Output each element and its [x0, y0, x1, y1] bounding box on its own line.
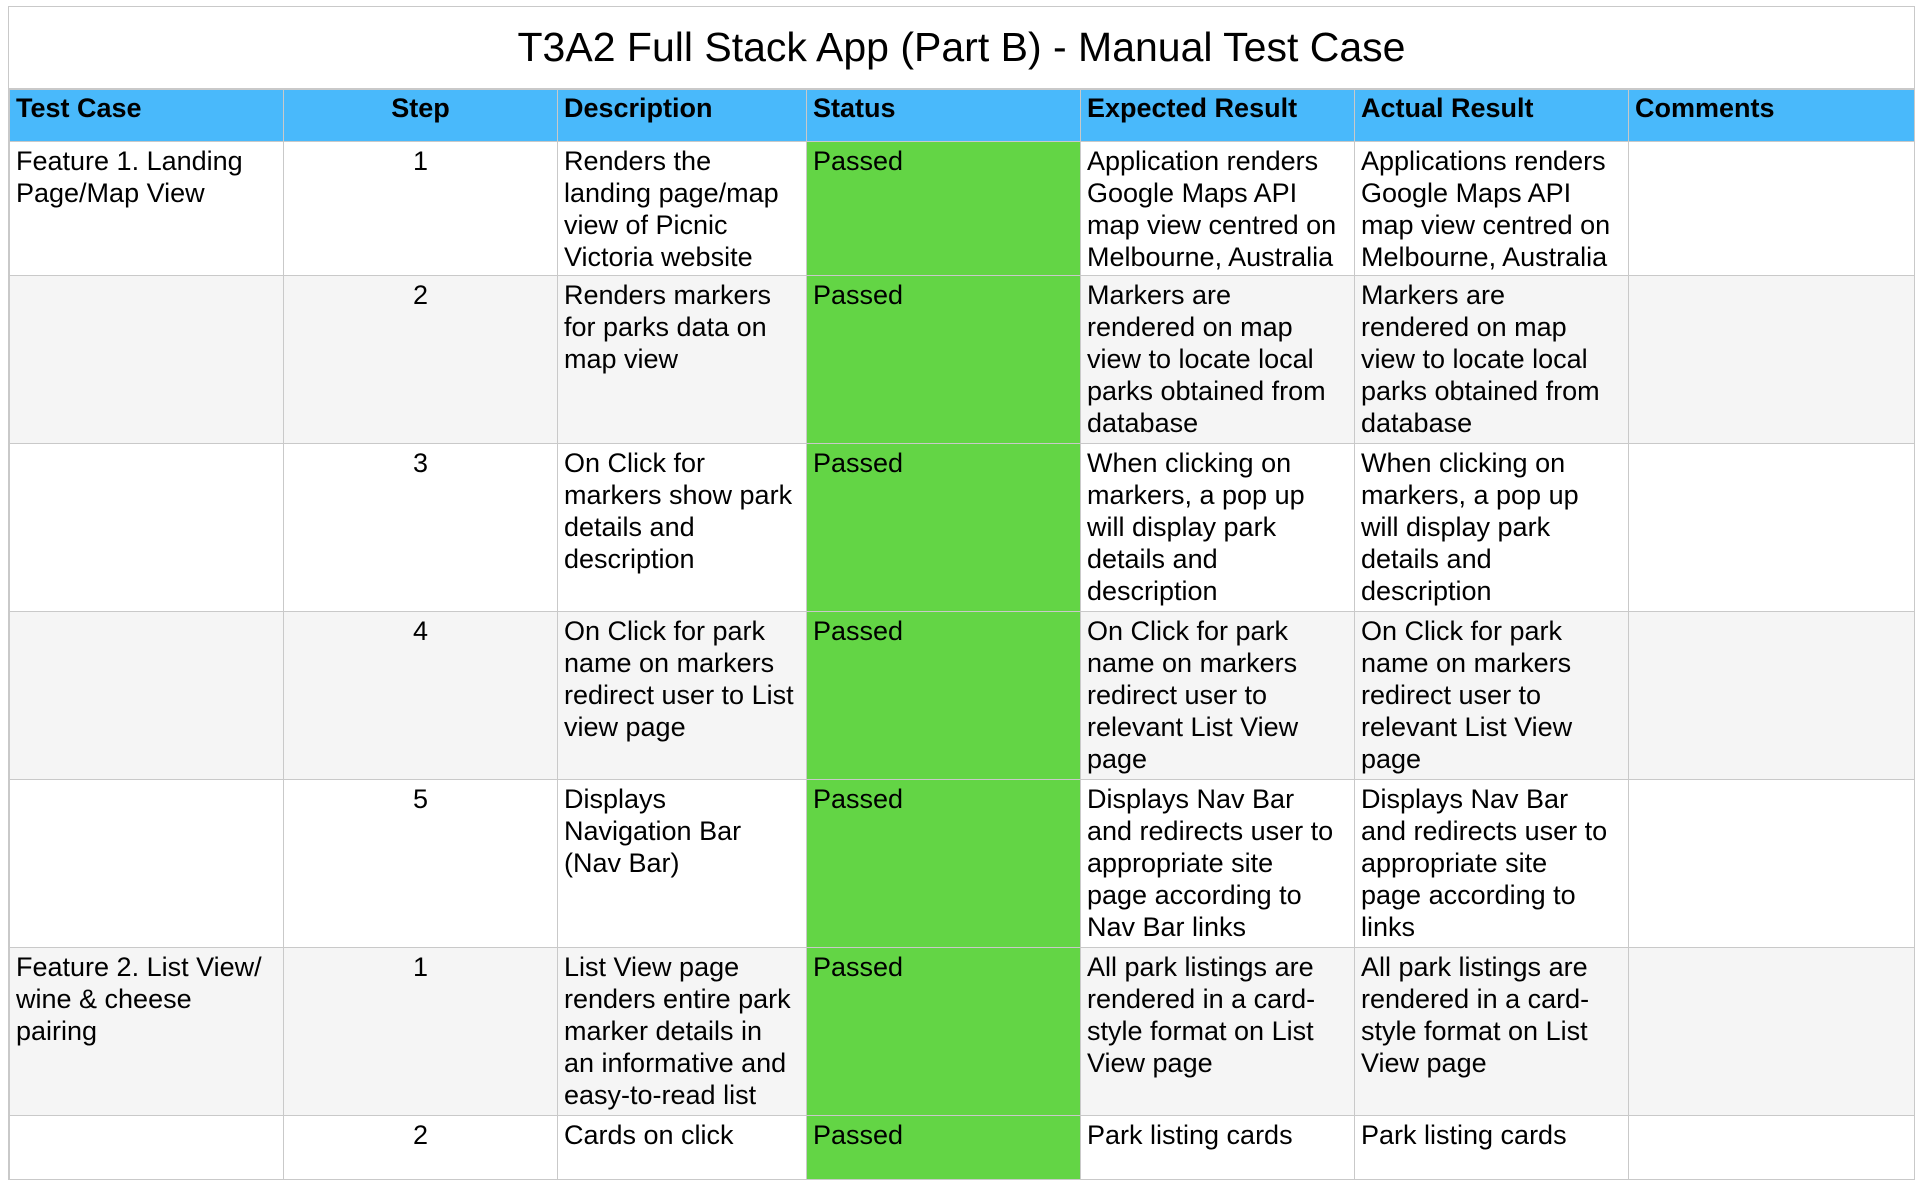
- cell-step[interactable]: 5: [283, 779, 558, 948]
- header-expected-result[interactable]: Expected Result: [1080, 89, 1355, 142]
- cell-test-case[interactable]: Feature 2. List View/ wine & cheese pair…: [9, 947, 284, 1116]
- cell-comments[interactable]: [1628, 779, 1915, 948]
- table-row: 5 Displays Navigation Bar (Nav Bar) Pass…: [9, 779, 1915, 948]
- header-status[interactable]: Status: [806, 89, 1081, 142]
- cell-comments[interactable]: [1628, 443, 1915, 612]
- cell-expected-result[interactable]: When clicking on markers, a pop up will …: [1080, 443, 1355, 612]
- cell-test-case[interactable]: [9, 275, 284, 444]
- header-test-case[interactable]: Test Case: [9, 89, 284, 142]
- cell-actual-result[interactable]: Markers are rendered on map view to loca…: [1354, 275, 1629, 444]
- cell-status-passed[interactable]: Passed: [806, 1115, 1081, 1180]
- cell-expected-result[interactable]: Application renders Google Maps API map …: [1080, 141, 1355, 276]
- cell-expected-result[interactable]: All park listings are rendered in a card…: [1080, 947, 1355, 1116]
- header-actual-result[interactable]: Actual Result: [1354, 89, 1629, 142]
- table-row: 3 On Click for markers show park details…: [9, 443, 1915, 612]
- cell-actual-result[interactable]: Applications renders Google Maps API map…: [1354, 141, 1629, 276]
- cell-comments[interactable]: [1628, 611, 1915, 780]
- cell-actual-result[interactable]: On Click for park name on markers redire…: [1354, 611, 1629, 780]
- spreadsheet: T3A2 Full Stack App (Part B) - Manual Te…: [8, 6, 1915, 1180]
- cell-status-passed[interactable]: Passed: [806, 275, 1081, 444]
- cell-test-case[interactable]: [9, 779, 284, 948]
- cell-actual-result[interactable]: All park listings are rendered in a card…: [1354, 947, 1629, 1116]
- cell-description[interactable]: Displays Navigation Bar (Nav Bar): [557, 779, 807, 948]
- cell-description[interactable]: On Click for markers show park details a…: [557, 443, 807, 612]
- cell-status-passed[interactable]: Passed: [806, 779, 1081, 948]
- cell-step[interactable]: 1: [283, 141, 558, 276]
- cell-step[interactable]: 2: [283, 275, 558, 444]
- cell-comments[interactable]: [1628, 947, 1915, 1116]
- cell-test-case[interactable]: [9, 611, 284, 780]
- cell-expected-result[interactable]: Park listing cards: [1080, 1115, 1355, 1180]
- cell-test-case[interactable]: [9, 1115, 284, 1180]
- table-row: 4 On Click for park name on markers redi…: [9, 611, 1915, 780]
- cell-expected-result[interactable]: Displays Nav Bar and redirects user to a…: [1080, 779, 1355, 948]
- cell-description[interactable]: Renders the landing page/map view of Pic…: [557, 141, 807, 276]
- header-step[interactable]: Step: [283, 89, 558, 142]
- cell-description[interactable]: Cards on click: [557, 1115, 807, 1180]
- cell-comments[interactable]: [1628, 1115, 1915, 1180]
- test-case-table: Test Case Step Description Status Expect…: [9, 89, 1915, 1180]
- cell-test-case[interactable]: Feature 1. Landing Page/Map View: [9, 141, 284, 276]
- cell-step[interactable]: 2: [283, 1115, 558, 1180]
- cell-step[interactable]: 4: [283, 611, 558, 780]
- table-row: 2 Cards on click Passed Park listing car…: [9, 1115, 1915, 1180]
- sheet-title[interactable]: T3A2 Full Stack App (Part B) - Manual Te…: [9, 6, 1914, 89]
- cell-status-passed[interactable]: Passed: [806, 443, 1081, 612]
- cell-expected-result[interactable]: Markers are rendered on map view to loca…: [1080, 275, 1355, 444]
- cell-actual-result[interactable]: Displays Nav Bar and redirects user to a…: [1354, 779, 1629, 948]
- cell-comments[interactable]: [1628, 141, 1915, 276]
- cell-step[interactable]: 1: [283, 947, 558, 1116]
- cell-status-passed[interactable]: Passed: [806, 611, 1081, 780]
- table-row: 2 Renders markers for parks data on map …: [9, 275, 1915, 444]
- cell-actual-result[interactable]: Park listing cards: [1354, 1115, 1629, 1180]
- header-row: Test Case Step Description Status Expect…: [9, 89, 1915, 142]
- cell-step[interactable]: 3: [283, 443, 558, 612]
- cell-status-passed[interactable]: Passed: [806, 141, 1081, 276]
- table-row: Feature 2. List View/ wine & cheese pair…: [9, 947, 1915, 1116]
- cell-description[interactable]: List View page renders entire park marke…: [557, 947, 807, 1116]
- cell-description[interactable]: On Click for park name on markers redire…: [557, 611, 807, 780]
- cell-test-case[interactable]: [9, 443, 284, 612]
- header-comments[interactable]: Comments: [1628, 89, 1915, 142]
- cell-actual-result[interactable]: When clicking on markers, a pop up will …: [1354, 443, 1629, 612]
- cell-comments[interactable]: [1628, 275, 1915, 444]
- cell-status-passed[interactable]: Passed: [806, 947, 1081, 1116]
- cell-expected-result[interactable]: On Click for park name on markers redire…: [1080, 611, 1355, 780]
- table-row: Feature 1. Landing Page/Map View 1 Rende…: [9, 141, 1915, 276]
- cell-description[interactable]: Renders markers for parks data on map vi…: [557, 275, 807, 444]
- header-description[interactable]: Description: [557, 89, 807, 142]
